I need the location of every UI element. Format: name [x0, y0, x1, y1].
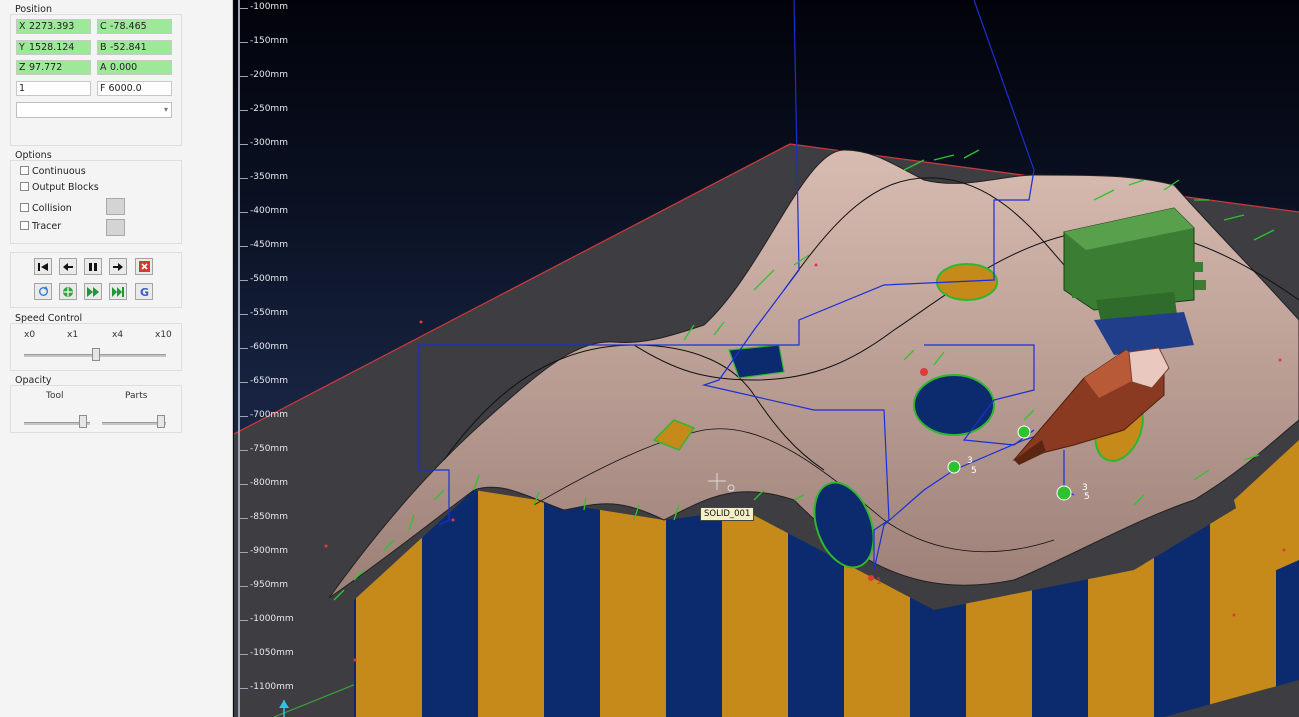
- step-forward-button[interactable]: [109, 258, 127, 275]
- hole-4: [913, 374, 995, 436]
- ruler-label: -650mm: [250, 376, 288, 386]
- a-value: 0.000: [110, 62, 138, 73]
- marker-3: [1017, 425, 1031, 439]
- collision-color-button[interactable]: [106, 198, 125, 215]
- reset-view-button[interactable]: [34, 283, 52, 300]
- checkbox-icon: [20, 221, 29, 230]
- stop-x-icon: [138, 261, 150, 272]
- ruler-label: -100mm: [250, 2, 288, 12]
- x-field[interactable]: X 2273.393: [16, 19, 91, 34]
- pause-icon: [89, 262, 97, 271]
- point-label-3a: 3: [967, 456, 973, 466]
- speed-tick-x4: x4: [112, 330, 124, 340]
- machining-scene: 3 5 3 5 1: [234, 0, 1299, 717]
- y-field[interactable]: Y 1528.124: [16, 40, 91, 55]
- ruler-label: -200mm: [250, 70, 288, 80]
- point-label-5a: 5: [971, 466, 977, 476]
- speed-tick-x1: x1: [67, 330, 79, 340]
- checkbox-icon: [20, 166, 29, 175]
- checkbox-icon: [20, 203, 29, 212]
- ruler-label: -750mm: [250, 444, 288, 454]
- arrow-right-icon: [113, 262, 123, 271]
- depth-ruler: [238, 0, 240, 717]
- marker-2: [1056, 485, 1072, 501]
- z-value: 97.772: [29, 62, 63, 73]
- feed-rate-field[interactable]: F 6000.0: [97, 81, 172, 96]
- g-code-button[interactable]: G: [135, 283, 153, 300]
- point-label-5b: 5: [1084, 492, 1090, 502]
- ruler-label: -350mm: [250, 172, 288, 182]
- svg-text:G: G: [140, 286, 149, 297]
- ruler-label: -150mm: [250, 36, 288, 46]
- a-field[interactable]: A 0.000: [97, 60, 172, 75]
- simulation-viewport[interactable]: 3 5 3 5 1 -100mm -150mm -200mm -250mm -3…: [234, 0, 1299, 717]
- refresh-icon: [38, 286, 48, 296]
- skip-forward-icon: [112, 286, 124, 297]
- tool-opacity-thumb[interactable]: [79, 415, 87, 428]
- ruler-label: -300mm: [250, 138, 288, 148]
- checkbox-icon: [20, 182, 29, 191]
- speed-slider-thumb[interactable]: [92, 348, 100, 361]
- speed-tick-x10: x10: [155, 330, 172, 340]
- b-field[interactable]: B -52.841: [97, 40, 172, 55]
- opacity-parts-label: Parts: [125, 391, 148, 401]
- skip-to-end-button[interactable]: [109, 283, 127, 300]
- speed-tick-x0: x0: [24, 330, 36, 340]
- fast-forward-icon: [87, 286, 99, 297]
- b-value: -52.841: [110, 42, 147, 53]
- ruler-label: -550mm: [250, 308, 288, 318]
- position-dropdown[interactable]: ▾: [16, 102, 172, 118]
- output-blocks-checkbox[interactable]: Output Blocks: [20, 182, 99, 194]
- collision-checkbox[interactable]: Collision: [20, 203, 72, 215]
- ruler-label: -500mm: [250, 274, 288, 284]
- ruler-label: -1050mm: [250, 648, 294, 658]
- ruler-label: -450mm: [250, 240, 288, 250]
- tracer-checkbox[interactable]: Tracer: [20, 221, 61, 233]
- step-back-button[interactable]: [59, 258, 77, 275]
- line-number-field[interactable]: 1: [16, 81, 91, 96]
- ruler-label: -950mm: [250, 580, 288, 590]
- g-letter-icon: G: [140, 286, 149, 297]
- ruler-label: -850mm: [250, 512, 288, 522]
- ruler-label: -250mm: [250, 104, 288, 114]
- ruler-label: -900mm: [250, 546, 288, 556]
- crosshair-icon: [63, 286, 73, 297]
- marker-5: [868, 575, 874, 581]
- ruler-label: -1000mm: [250, 614, 294, 624]
- c-value: -78.465: [110, 21, 147, 32]
- x-value: 2273.393: [29, 21, 75, 32]
- y-value: 1528.124: [29, 42, 75, 53]
- ruler-label: -700mm: [250, 410, 288, 420]
- target-button[interactable]: [59, 283, 77, 300]
- marker-4: [920, 368, 928, 376]
- parts-opacity-thumb[interactable]: [157, 415, 165, 428]
- c-field[interactable]: C -78.465: [97, 19, 172, 34]
- ruler-label: -400mm: [250, 206, 288, 216]
- skip-back-icon: [38, 262, 48, 271]
- hover-tooltip: SOLID_001: [700, 507, 755, 521]
- tracer-color-button[interactable]: [106, 219, 125, 236]
- point-label-1: 1: [876, 577, 882, 587]
- continuous-checkbox[interactable]: Continuous: [20, 166, 86, 178]
- ruler-label: -600mm: [250, 342, 288, 352]
- ruler-label: -800mm: [250, 478, 288, 488]
- go-to-start-button[interactable]: [34, 258, 52, 275]
- stop-button[interactable]: [135, 258, 153, 275]
- pocket-2: [728, 344, 785, 379]
- marker-1: [947, 460, 961, 474]
- opacity-tool-label: Tool: [46, 391, 64, 401]
- pause-button[interactable]: [84, 258, 102, 275]
- control-panel: Position X 2273.393 C -78.465 Y 1528.124 B-…: [0, 0, 233, 717]
- arrow-left-icon: [63, 262, 73, 271]
- chevron-down-icon: ▾: [163, 105, 168, 114]
- ruler-label: -1100mm: [250, 682, 294, 692]
- fast-forward-button[interactable]: [84, 283, 102, 300]
- z-field[interactable]: Z 97.772: [16, 60, 91, 75]
